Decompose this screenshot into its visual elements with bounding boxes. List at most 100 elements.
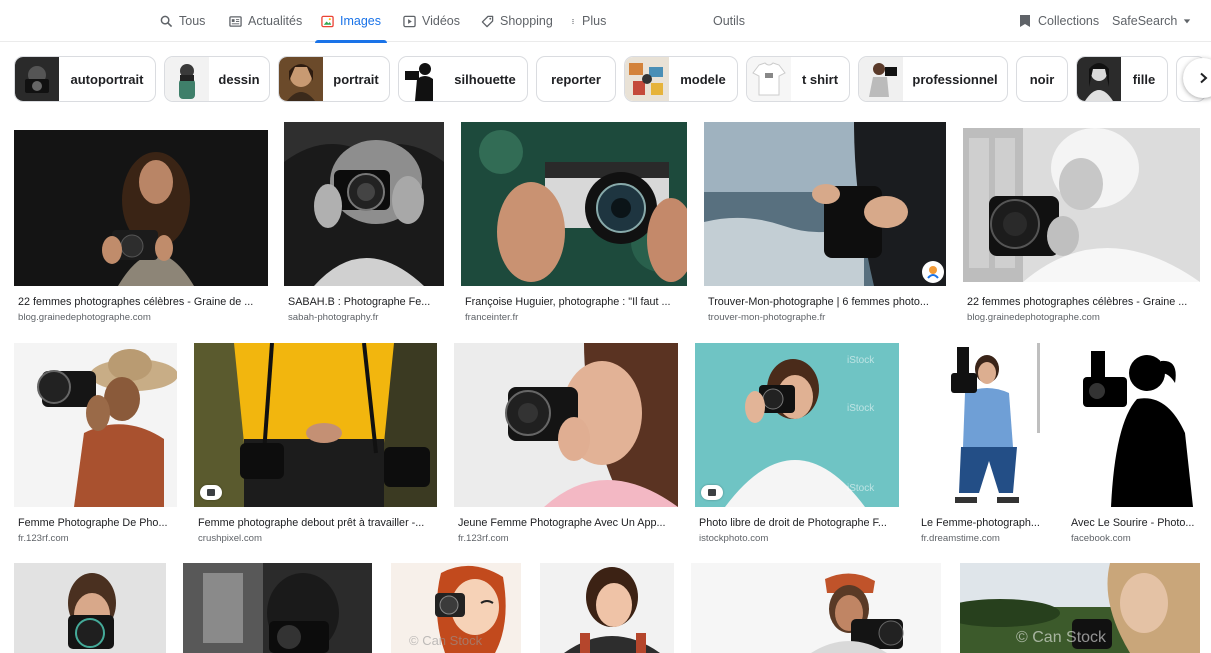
watermark-text: iStock (847, 483, 875, 494)
gallery-icon (207, 489, 215, 496)
chip-dessin[interactable]: dessin (164, 56, 270, 102)
related-search-chips: autoportrait dessin portrait silhouette … (0, 56, 1211, 102)
tab-all-label: Tous (179, 14, 206, 28)
photo-silhouette-woman-camera (1067, 343, 1200, 507)
tab-images[interactable]: Images (315, 0, 387, 43)
chip-label: portrait (333, 71, 379, 87)
result-image[interactable] (454, 343, 678, 507)
result-image[interactable]: © Can Stock (391, 563, 521, 653)
chip-reporter[interactable]: reporter (536, 56, 616, 102)
chip-label: reporter (551, 71, 601, 87)
result-card[interactable]: Femme Photographe De Pho... fr.123rf.com (14, 343, 177, 545)
bookmark-icon (1020, 15, 1030, 27)
tools-button[interactable]: Outils (713, 0, 745, 42)
result-card[interactable]: SABAH.B : Photographe Fe... sabah-photog… (284, 122, 444, 324)
tab-more[interactable]: Plus (570, 0, 606, 42)
photo-hat-woman-camera (14, 343, 177, 507)
result-title[interactable]: Le Femme-photograph... (921, 517, 1046, 529)
result-card[interactable]: Femme photographe debout prêt à travaill… (194, 343, 437, 545)
result-card[interactable]: iStock iStock iStock Photo libre de droi… (695, 343, 899, 545)
safesearch-button[interactable]: SafeSearch (1112, 0, 1191, 42)
photo-woman-camera (14, 130, 268, 286)
chip-modele[interactable]: modele (624, 56, 738, 102)
chip-label: autoportrait (70, 71, 144, 87)
result-title[interactable]: Trouver-Mon-photographe | 6 femmes photo… (708, 296, 942, 308)
result-image[interactable] (14, 563, 166, 653)
result-image[interactable] (14, 130, 268, 294)
result-card[interactable] (691, 563, 941, 653)
result-card[interactable]: Trouver-Mon-photographe | 6 femmes photo… (704, 122, 946, 324)
result-source: facebook.com (1071, 533, 1131, 544)
photo-young-woman-camera (454, 343, 678, 507)
chip-thumbnail (279, 57, 323, 101)
chip-autoportrait[interactable]: autoportrait (14, 56, 156, 102)
result-card[interactable]: 22 femmes photographes célèbres - Graine… (14, 122, 268, 324)
result-image[interactable] (963, 128, 1200, 292)
result-card[interactable]: © Can Stock (960, 563, 1200, 653)
result-card[interactable] (14, 563, 166, 653)
chip-thumbnail (399, 57, 443, 101)
result-image[interactable] (691, 563, 941, 653)
chip-label: noir (1029, 71, 1055, 87)
result-image[interactable] (704, 122, 946, 286)
chip-fille[interactable]: fille (1076, 56, 1168, 102)
chip-silhouette[interactable]: silhouette (398, 56, 528, 102)
result-image[interactable]: iStock iStock iStock (695, 343, 899, 507)
collections-button[interactable]: Collections (1018, 0, 1099, 42)
caret-down-icon (1184, 19, 1191, 24)
tab-videos[interactable]: Vidéos (403, 0, 460, 42)
result-card[interactable]: Le Femme-photograph... fr.dreamstime.com (917, 343, 1050, 545)
tab-videos-label: Vidéos (422, 14, 460, 28)
tab-news[interactable]: Actualités (229, 0, 302, 42)
more-vert-icon (572, 18, 574, 24)
result-image[interactable] (461, 122, 687, 286)
chip-label: modele (680, 71, 726, 87)
image-badge (200, 485, 222, 500)
chip-label: dessin (218, 71, 260, 87)
search-tabs-bar: Tous Actualités Images Vidéos Shopping P… (0, 0, 1211, 43)
result-title[interactable]: Avec Le Sourire - Photo... (1071, 517, 1196, 529)
result-title[interactable]: 22 femmes photographes célèbres - Graine… (18, 296, 264, 308)
result-card[interactable]: 22 femmes photographes célèbres - Graine… (963, 122, 1200, 324)
play-icon (403, 15, 416, 27)
result-image[interactable] (540, 563, 674, 653)
result-source: fr.dreamstime.com (921, 533, 1000, 544)
result-image[interactable] (194, 343, 437, 507)
result-card[interactable]: © Can Stock (391, 563, 521, 653)
tab-shopping[interactable]: Shopping (481, 0, 553, 42)
result-card[interactable]: Françoise Huguier, photographe : "Il fau… (461, 122, 687, 324)
tab-news-label: Actualités (248, 14, 303, 28)
result-title[interactable]: Françoise Huguier, photographe : "Il fau… (465, 296, 683, 308)
photo-yellow-sweater-cameras (194, 343, 437, 507)
result-title[interactable]: Femme photographe debout prêt à travaill… (198, 517, 433, 529)
chip-thumbnail (625, 57, 669, 101)
watermark-text: © Can Stock (409, 633, 483, 648)
result-image[interactable]: © Can Stock (960, 563, 1200, 653)
result-card[interactable]: Avec Le Sourire - Photo... facebook.com (1067, 343, 1200, 545)
tab-images-label: Images (340, 14, 381, 28)
tab-all[interactable]: Tous (160, 0, 205, 42)
tools-label: Outils (713, 14, 745, 28)
result-title[interactable]: Jeune Femme Photographe Avec Un App... (458, 517, 674, 529)
result-image[interactable] (183, 563, 372, 653)
result-image[interactable] (284, 122, 444, 286)
photo-smiling-woman-camera (963, 128, 1200, 282)
chip-t-shirt[interactable]: t shirt (746, 56, 850, 102)
chip-portrait[interactable]: portrait (278, 56, 390, 102)
chip-professionnel[interactable]: professionnel (858, 56, 1008, 102)
result-source: sabah-photography.fr (288, 312, 379, 323)
result-card[interactable] (540, 563, 674, 653)
result-image[interactable] (1067, 343, 1200, 507)
result-source: franceinter.fr (465, 312, 519, 323)
result-image[interactable] (14, 343, 177, 507)
result-title[interactable]: Femme Photographe De Pho... (18, 517, 173, 529)
result-title[interactable]: 22 femmes photographes célèbres - Graine… (967, 296, 1196, 308)
result-title[interactable]: SABAH.B : Photographe Fe... (288, 296, 440, 308)
result-image[interactable] (917, 343, 1050, 507)
watermark-text: iStock (847, 355, 875, 366)
result-card[interactable] (183, 563, 372, 653)
result-title[interactable]: Photo libre de droit de Photographe F... (699, 517, 895, 529)
result-card[interactable]: Jeune Femme Photographe Avec Un App... f… (454, 343, 678, 545)
chip-noir[interactable]: noir (1016, 56, 1068, 102)
chip-thumbnail (165, 57, 209, 101)
